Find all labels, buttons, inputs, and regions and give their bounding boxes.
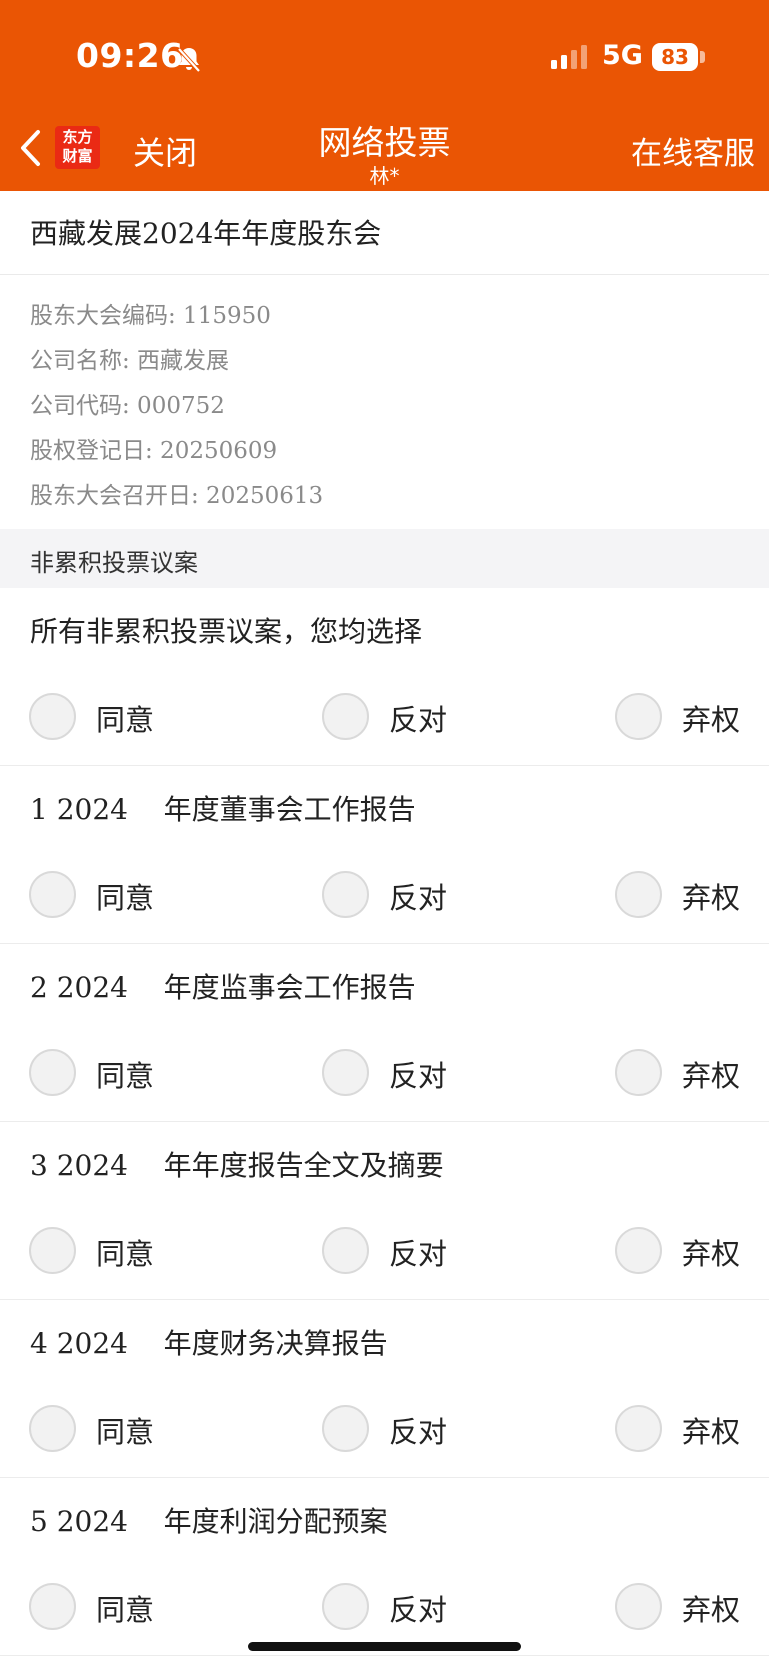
network-type: 5G [602,40,643,71]
radio-button[interactable] [615,1049,662,1096]
meeting-date: 股东大会召开日: 20250613 [30,483,324,509]
oppose-label: 反对 [389,881,448,915]
proposal-title: 1 2024 年度董事会工作报告 [30,793,416,826]
meeting-code: 股东大会编码: 115950 [30,303,271,329]
oppose-label: 反对 [389,703,448,737]
agree-label: 同意 [96,1415,155,1449]
proposal-item: 4 2024 年度财务决算报告 同意 反对 弃权 [0,1300,769,1478]
company-name: 公司名称: 西藏发展 [30,348,230,374]
radio-button[interactable] [615,1405,662,1452]
company-code: 公司代码: 000752 [30,393,225,419]
oppose-label: 反对 [389,1593,448,1627]
radio-button[interactable] [322,693,369,740]
abstain-label: 弃权 [682,1593,741,1627]
proposal-title: 4 2024 年度财务决算报告 [30,1327,388,1360]
radio-button[interactable] [29,1583,76,1630]
radio-button[interactable] [615,693,662,740]
radio-button[interactable] [322,1583,369,1630]
meeting-title: 西藏发展2024年年度股东会 [30,217,382,250]
radio-button[interactable] [615,1583,662,1630]
proposal-item: 2 2024 年度监事会工作报告 同意 反对 弃权 [0,944,769,1122]
radio-button[interactable] [322,1405,369,1452]
oppose-label: 反对 [389,1059,448,1093]
radio-button[interactable] [29,1405,76,1452]
signal-icon [551,45,587,69]
radio-button[interactable] [29,693,76,740]
divider [0,274,769,275]
home-indicator [248,1642,521,1651]
online-service-button[interactable]: 在线客服 [631,128,755,173]
radio-button[interactable] [615,1227,662,1274]
proposal-item: 5 2024 年度利润分配预案 同意 反对 弃权 [0,1478,769,1656]
radio-button[interactable] [322,871,369,918]
proposal-title: 5 2024 年度利润分配预案 [30,1505,388,1538]
agree-label: 同意 [96,1237,155,1271]
radio-button[interactable] [29,1227,76,1274]
status-time: 09:26 [76,36,184,75]
proposal-title: 2 2024 年度监事会工作报告 [30,971,416,1004]
proposal-all: 所有非累积投票议案，您均选择 同意 反对 弃权 [0,588,769,766]
bell-slash-icon [177,47,201,73]
battery-cap [700,51,705,63]
proposal-item: 3 2024 年年度报告全文及摘要 同意 反对 弃权 [0,1122,769,1300]
abstain-label: 弃权 [682,703,741,737]
agree-label: 同意 [96,881,155,915]
abstain-label: 弃权 [682,881,741,915]
oppose-label: 反对 [389,1237,448,1271]
proposal-title: 3 2024 年年度报告全文及摘要 [30,1149,444,1182]
radio-button[interactable] [322,1049,369,1096]
agree-label: 同意 [96,1593,155,1627]
agree-label: 同意 [96,703,155,737]
oppose-label: 反对 [389,1415,448,1449]
battery-indicator: 83 [652,43,698,71]
proposal-item: 1 2024 年度董事会工作报告 同意 反对 弃权 [0,766,769,944]
radio-button[interactable] [29,1049,76,1096]
abstain-label: 弃权 [682,1237,741,1271]
section-title: 非累积投票议案 [30,549,198,577]
top-bar: 09:26 5G 83 东方 财富 关闭 网络投票 林* 在线客服 [0,0,769,191]
abstain-label: 弃权 [682,1059,741,1093]
radio-button[interactable] [322,1227,369,1274]
agree-label: 同意 [96,1059,155,1093]
registration-date: 股权登记日: 20250609 [30,438,278,464]
radio-button[interactable] [615,871,662,918]
proposal-title: 所有非累积投票议案，您均选择 [30,615,423,648]
section-header: 非累积投票议案 [0,529,769,588]
abstain-label: 弃权 [682,1415,741,1449]
radio-button[interactable] [29,871,76,918]
